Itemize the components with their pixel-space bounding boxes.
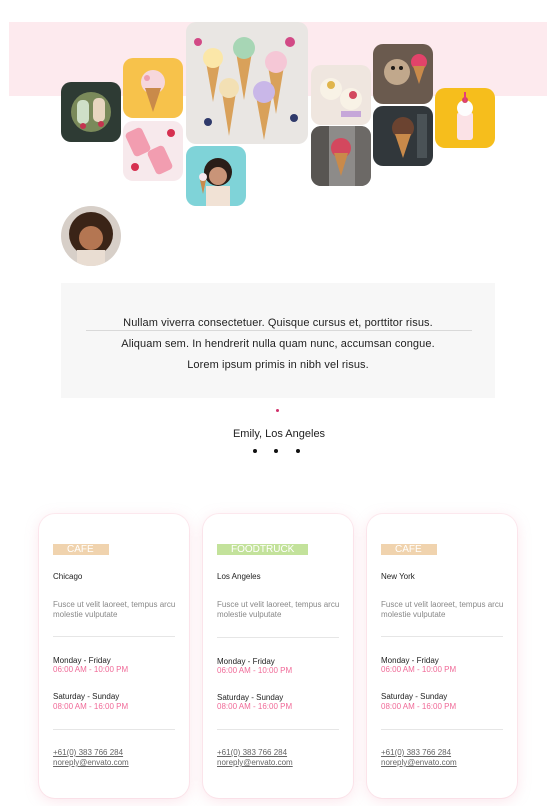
photo-cones-spread[interactable] xyxy=(186,22,308,144)
accent-dot xyxy=(276,409,279,412)
carousel-dot[interactable] xyxy=(296,449,300,453)
avatar xyxy=(61,206,121,266)
weekday-hours: 06:00 AM - 10:00 PM xyxy=(217,666,293,675)
weekday-label: Monday - Friday xyxy=(381,656,439,665)
phone-link[interactable]: +61(0) 383 766 284 xyxy=(53,748,123,757)
location-city: New York xyxy=(381,572,415,581)
testimonial-author: Emily, Los Angeles xyxy=(232,428,326,440)
weekend-hours: 08:00 AM - 16:00 PM xyxy=(217,702,293,711)
quote-line: Nullam viverra consectetuer. Quisque cur… xyxy=(123,317,433,329)
carousel-dot[interactable] xyxy=(253,449,257,453)
location-card: CAFE Chicago Fusce ut velit laoreet, tem… xyxy=(39,514,189,798)
weekend-hours: 08:00 AM - 16:00 PM xyxy=(53,702,129,711)
location-description: Fusce ut velit laoreet, tempus arcu mole… xyxy=(381,600,504,619)
photo-ice-cream-cone-yellow[interactable] xyxy=(123,58,183,118)
weekday-hours: 06:00 AM - 10:00 PM xyxy=(381,665,457,674)
weekday-hours: 06:00 AM - 10:00 PM xyxy=(53,665,129,674)
photo-pink-popsicles[interactable] xyxy=(123,121,183,181)
photo-dog-ice-cream[interactable] xyxy=(373,44,433,104)
phone-link[interactable]: +61(0) 383 766 284 xyxy=(381,748,451,757)
email-link[interactable]: noreply@envato.com xyxy=(53,758,129,767)
weekend-hours: 08:00 AM - 16:00 PM xyxy=(381,702,457,711)
photo-sundae-cups[interactable] xyxy=(311,65,371,125)
location-description: Fusce ut velit laoreet, tempus arcu mole… xyxy=(53,600,176,619)
photo-chocolate-cone[interactable] xyxy=(373,106,433,166)
location-card: FOODTRUCK Los Angeles Fusce ut velit lao… xyxy=(203,514,353,798)
card-divider xyxy=(217,729,339,730)
location-badge: CAFE xyxy=(53,544,109,555)
weekend-label: Saturday - Sunday xyxy=(217,693,284,702)
weekday-label: Monday - Friday xyxy=(217,657,275,666)
card-divider xyxy=(381,636,503,637)
card-divider xyxy=(53,729,175,730)
location-badge: FOODTRUCK xyxy=(217,544,308,555)
photo-cone-street[interactable] xyxy=(311,126,371,186)
email-link[interactable]: noreply@envato.com xyxy=(217,758,293,767)
card-divider xyxy=(217,637,339,638)
photo-milkshake[interactable] xyxy=(435,88,495,148)
carousel-dots xyxy=(253,449,303,454)
page: Nullam viverra consectetuer. Quisque cur… xyxy=(0,0,558,806)
weekend-label: Saturday - Sunday xyxy=(381,692,448,701)
weekend-label: Saturday - Sunday xyxy=(53,692,120,701)
location-city: Chicago xyxy=(53,572,83,581)
carousel-dot[interactable] xyxy=(274,449,278,453)
phone-link[interactable]: +61(0) 383 766 284 xyxy=(217,748,287,757)
weekday-label: Monday - Friday xyxy=(53,656,111,665)
quote-line: Lorem ipsum primis in nibh vel risus. xyxy=(187,359,369,371)
card-divider xyxy=(53,636,175,637)
photo-popsicles[interactable] xyxy=(61,82,121,142)
location-badge: CAFE xyxy=(381,544,437,555)
card-divider xyxy=(381,729,503,730)
location-city: Los Angeles xyxy=(217,572,261,581)
quote-line: Aliquam sem. In hendrerit nulla quam nun… xyxy=(121,338,435,350)
location-card: CAFE New York Fusce ut velit laoreet, te… xyxy=(367,514,517,798)
location-description: Fusce ut velit laoreet, tempus arcu mole… xyxy=(217,600,340,619)
testimonial-quote: Nullam viverra consectetuer. Quisque cur… xyxy=(61,313,495,376)
photo-woman-ice-cream[interactable] xyxy=(186,146,246,206)
email-link[interactable]: noreply@envato.com xyxy=(381,758,457,767)
